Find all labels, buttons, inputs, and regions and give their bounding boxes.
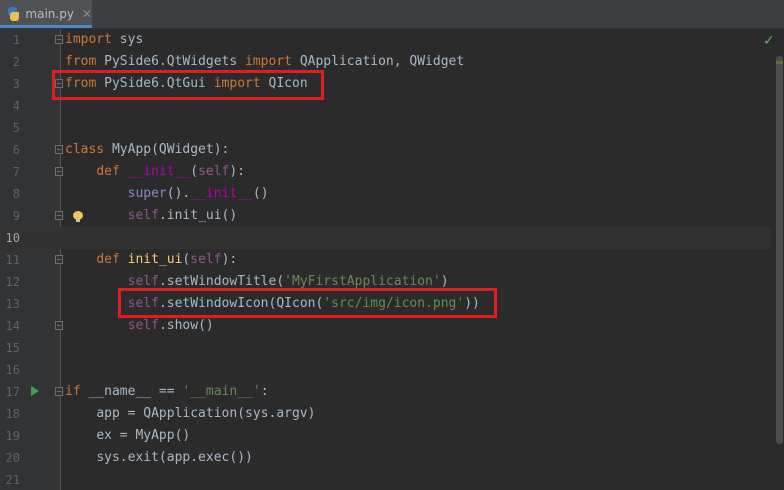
line-number: 21 xyxy=(5,473,20,487)
code-line[interactable]: 20 sys.exit(app.exec()) xyxy=(0,447,770,469)
code-line[interactable]: 16 xyxy=(0,359,770,381)
code-line[interactable]: 7 def __init__(self): xyxy=(0,161,770,183)
line-number: 17 xyxy=(5,385,20,399)
tab-main-py[interactable]: main.py ✕ xyxy=(0,0,92,28)
line-number: 8 xyxy=(12,187,20,201)
python-file-icon xyxy=(8,7,20,21)
code-line[interactable]: 1 import sys xyxy=(0,29,770,51)
line-number: 20 xyxy=(5,451,20,465)
code-text: class MyApp(QWidget): xyxy=(65,142,230,157)
line-number: 6 xyxy=(12,143,20,157)
code-line[interactable]: 19 ex = MyApp() xyxy=(0,425,770,447)
line-number: 4 xyxy=(12,99,20,113)
line-number: 13 xyxy=(5,297,20,311)
line-number: 9 xyxy=(12,209,20,223)
highlight-box-set-window-icon xyxy=(118,288,497,318)
code-text: sys.exit(app.exec()) xyxy=(96,450,253,465)
line-number: 11 xyxy=(5,253,20,267)
fold-marker-icon[interactable] xyxy=(55,321,63,330)
code-line[interactable]: 5 xyxy=(0,117,770,139)
line-number: 18 xyxy=(5,407,20,421)
line-number: 2 xyxy=(12,55,20,69)
tab-filename: main.py xyxy=(25,7,74,21)
code-line[interactable]: 9 self.init_ui() xyxy=(0,205,770,227)
line-number: 14 xyxy=(5,319,20,333)
line-number: 15 xyxy=(5,341,20,355)
close-tab-icon[interactable]: ✕ xyxy=(82,7,92,21)
code-text: app = QApplication(sys.argv) xyxy=(96,406,316,421)
inspection-ok-icon[interactable]: ✓ xyxy=(763,33,775,49)
code-text: if __name__ == '__main__': xyxy=(65,384,269,399)
code-line[interactable]: 15 xyxy=(0,337,770,359)
fold-marker-icon[interactable] xyxy=(55,255,63,264)
highlight-box-import-qicon xyxy=(52,70,324,100)
line-number: 7 xyxy=(12,165,20,179)
code-text: def __init__(self): xyxy=(96,164,246,179)
editor-tab-bar: main.py ✕ xyxy=(0,0,784,29)
scrollbar-thumb[interactable] xyxy=(776,56,783,444)
line-number: 3 xyxy=(12,77,20,91)
line-number: 19 xyxy=(5,429,20,443)
code-text: self.init_ui() xyxy=(127,208,238,223)
code-text: import sys xyxy=(65,32,144,47)
line-number: 5 xyxy=(12,121,20,135)
error-stripe-mark[interactable] xyxy=(776,61,783,64)
code-line[interactable]: 18 app = QApplication(sys.argv) xyxy=(0,403,770,425)
code-line[interactable]: 8 super().__init__() xyxy=(0,183,770,205)
fold-marker-icon[interactable] xyxy=(55,35,63,44)
fold-marker-icon[interactable] xyxy=(55,211,63,220)
line-number: 10 xyxy=(5,231,20,245)
fold-marker-icon[interactable] xyxy=(55,167,63,176)
code-text: ex = MyApp() xyxy=(96,428,191,443)
vertical-scrollbar[interactable] xyxy=(775,29,784,490)
code-line[interactable]: 14 self.show() xyxy=(0,315,770,337)
run-icon[interactable] xyxy=(31,386,39,396)
fold-marker-icon[interactable] xyxy=(55,387,63,396)
line-number: 12 xyxy=(5,275,20,289)
fold-marker-icon[interactable] xyxy=(55,145,63,154)
lightbulb-icon[interactable] xyxy=(73,211,83,223)
code-text: self.show() xyxy=(127,318,214,333)
code-line[interactable]: 11 def init_ui(self): xyxy=(0,249,770,271)
code-text: super().__init__() xyxy=(127,186,269,201)
active-tab-indicator xyxy=(0,25,92,28)
line-number: 16 xyxy=(5,363,20,377)
code-text: def init_ui(self): xyxy=(96,252,238,267)
code-line[interactable]: 17 if __name__ == '__main__': xyxy=(0,381,770,403)
code-line[interactable]: 6 class MyApp(QWidget): xyxy=(0,139,770,161)
line-number: 1 xyxy=(12,33,20,47)
editor-window: main.py ✕ 1 import sys 2 from PySide6.Qt… xyxy=(0,0,784,490)
code-line[interactable]: 21 xyxy=(0,469,770,490)
code-line-current[interactable]: 10 xyxy=(0,227,770,249)
